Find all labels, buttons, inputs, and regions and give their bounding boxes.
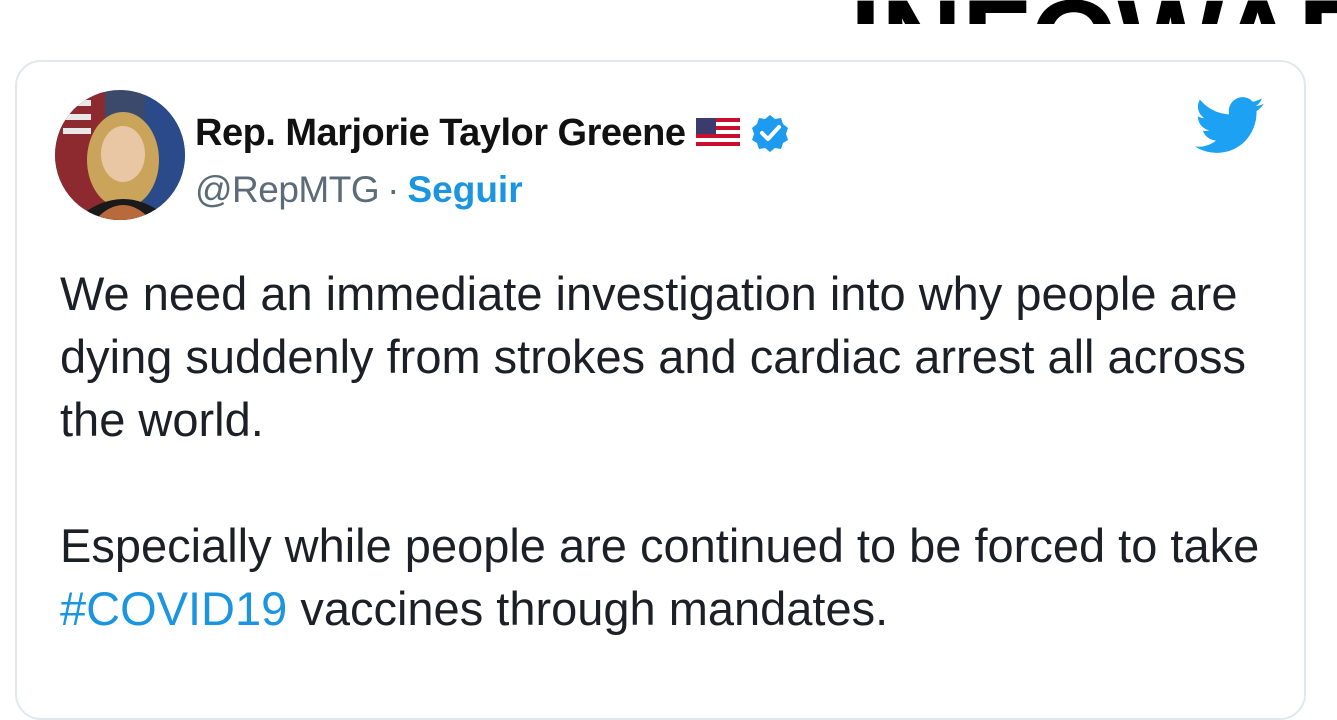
us-flag-icon <box>695 118 740 148</box>
site-logo: INFOWARS <box>850 0 1337 24</box>
svg-text:INFOWARS: INFOWARS <box>850 0 1337 24</box>
verified-badge-icon <box>750 113 790 153</box>
author-handle-row: @RepMTG · Seguir <box>195 165 523 215</box>
tweet-paragraph-1: We need an immediate investigation into … <box>60 267 1246 446</box>
author-handle[interactable]: @RepMTG <box>195 169 380 211</box>
tweet-paragraph-2-end: vaccines through mandates. <box>287 582 889 635</box>
tweet-paragraph-2-start: Especially while people are continued to… <box>60 519 1260 572</box>
author-display-name[interactable]: Rep. Marjorie Taylor Greene <box>195 112 686 155</box>
tweet-paragraph-2: Especially while people are continued to… <box>60 514 1300 640</box>
avatar[interactable] <box>55 90 185 220</box>
hashtag-link[interactable]: #COVID19 <box>60 582 287 635</box>
twitter-bird-icon[interactable] <box>1195 96 1265 156</box>
tweet-body: We need an immediate investigation into … <box>60 262 1300 640</box>
follow-button[interactable]: Seguir <box>407 169 522 211</box>
author-name-row: Rep. Marjorie Taylor Greene <box>195 108 790 158</box>
profile-photo <box>55 90 185 220</box>
handle-separator: · <box>387 169 400 210</box>
